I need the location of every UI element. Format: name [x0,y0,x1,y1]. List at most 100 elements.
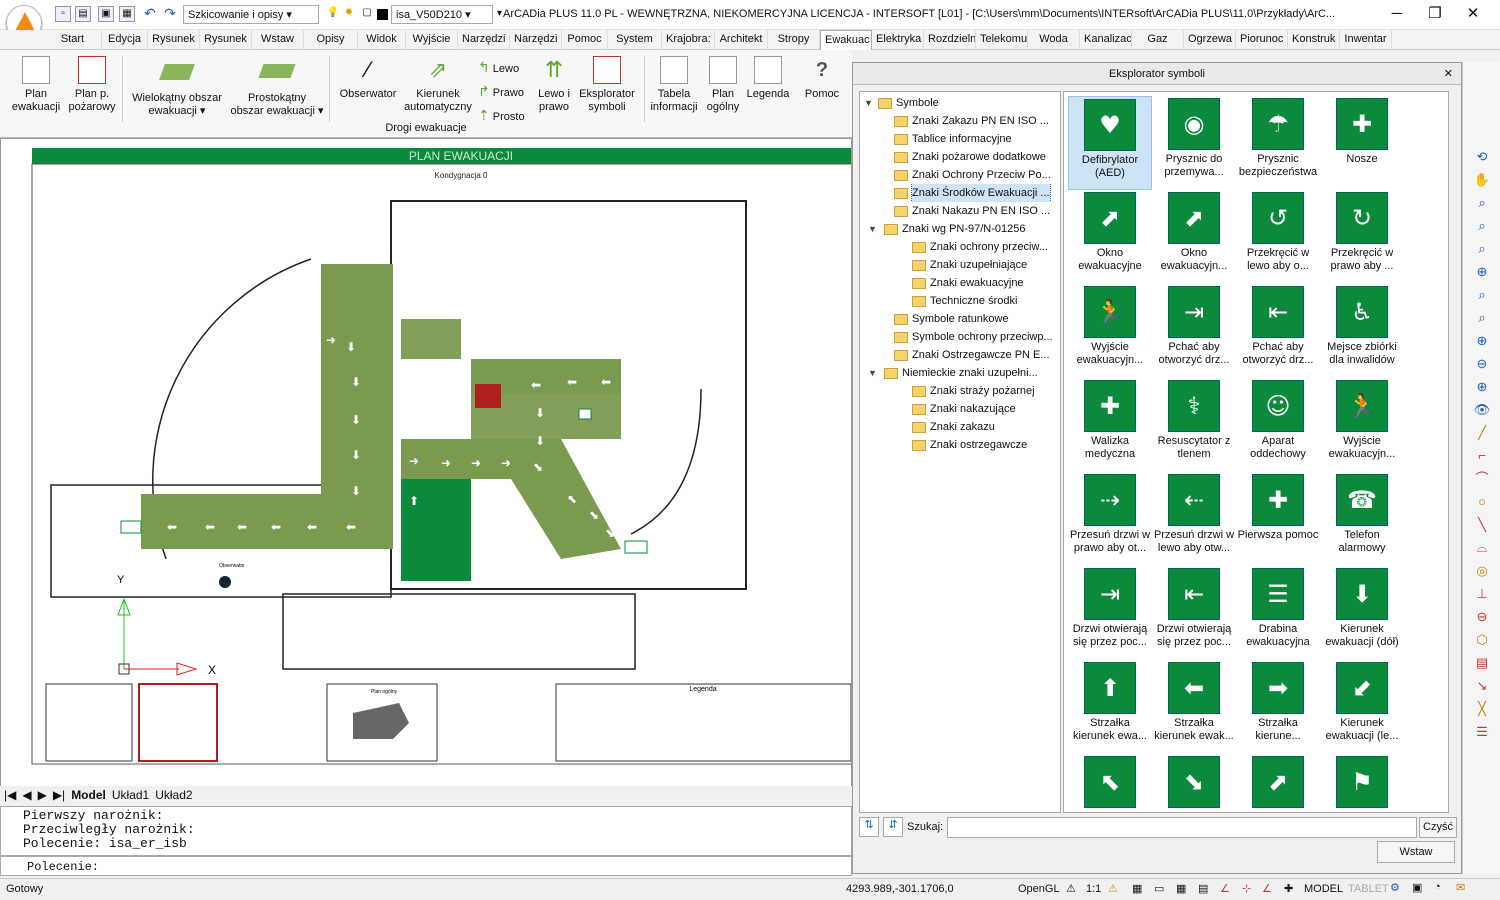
symbol-item[interactable]: ⬈ [1236,754,1320,812]
tab-opisy[interactable]: Opisy [304,30,358,50]
symbol-item[interactable]: ⬋ Kierunek ewakuacji (le... [1320,660,1404,754]
tree-node[interactable]: Techniczne środki [860,292,1060,310]
zoom-extents-icon[interactable]: ⌕ [1473,286,1491,304]
notification-icon[interactable]: ✉ [1456,881,1465,894]
prawo-button[interactable]: ↱ Prawo [478,80,525,104]
eksplorator-symboli-button[interactable]: Eksplorator symboli [574,54,640,114]
scale-label[interactable]: 1:1 [1086,883,1101,895]
plan-pozarowy-button[interactable]: Plan p. pożarowy [64,54,120,114]
dimension-icon[interactable]: ╳ [1473,700,1491,718]
clear-button[interactable]: Czyść [1419,817,1457,838]
zoom-icon[interactable]: ⌕ [1473,194,1491,212]
otrack-icon[interactable]: ∠ [1262,882,1272,895]
symbol-item[interactable]: ↺ Przekręcić w lewo aby o... [1236,190,1320,284]
symbol-item[interactable]: 🏃 Wyjście ewakuacyjn... [1068,284,1152,378]
polyline-icon[interactable]: ⌐ [1473,447,1491,465]
hatch-icon[interactable]: ▤ [1473,654,1491,672]
circle-red-icon[interactable]: ◎ [1473,562,1491,580]
legenda-button[interactable]: Legenda [744,54,792,101]
tab-model[interactable]: Model [71,788,106,802]
lock-ui-icon[interactable]: ▣ [1412,881,1422,894]
view-icon[interactable]: 👁 [1473,401,1491,419]
plan-ogolny-button[interactable]: Plan ogólny [700,54,746,114]
sun-icon[interactable]: ✹ [341,6,357,22]
tree-node[interactable]: ▼ Symbole [860,94,1060,112]
tab-narzedzia-2[interactable]: Narzędzi [510,30,562,50]
zoom-window-icon[interactable]: ⌕ [1473,217,1491,235]
tab-rysunek-2[interactable]: Rysunek [200,30,252,50]
tab-rozdzielnie[interactable]: Rozdzieln [924,30,976,50]
qa-customize-icon[interactable]: ▾ [497,8,502,19]
tree-node[interactable]: Znaki nakazujące [860,400,1060,418]
tab-uklad2[interactable]: Układ2 [155,788,192,802]
save-icon[interactable]: ▣ [98,6,114,22]
grid2-icon[interactable]: ▦ [1176,882,1186,895]
symbol-item[interactable]: ☰ Drabina ewakuacyjna [1236,566,1320,660]
search-input[interactable] [947,817,1417,838]
tree-node[interactable]: Znaki Ochrony Przeciw Po... [860,166,1060,184]
tab-architektura[interactable]: Architekt [715,30,768,50]
tab-edycja[interactable]: Edycja [102,30,148,50]
symbol-item[interactable]: ⬉ [1068,754,1152,812]
tab-ogrzewanie[interactable]: Ogrzewa [1184,30,1236,50]
restore-button[interactable]: ❐ [1418,3,1452,25]
symbol-item[interactable]: ☂ Prysznic bezpieczeństwa [1236,96,1320,190]
tree-node[interactable]: Znaki ostrzegawcze [860,436,1060,454]
tree-node[interactable]: Znaki straży pożarnej [860,382,1060,400]
clean-screen-icon[interactable]: ◔ [1434,881,1441,893]
ortho-icon[interactable]: ▭ [1154,882,1164,895]
tree-node[interactable]: Znaki ochrony przeciw... [860,238,1060,256]
insert-button[interactable]: Wstaw [1377,841,1455,863]
drawing-canvas[interactable]: PLAN EWAKUACJI Kondygnacja 0 ➜ ⬇ ⬇ ⬇ ⬇ ⬇ ⬅ ⬅ ⬅ ⬅… [0,138,853,788]
symbol-item[interactable]: ⇥ Drzwi otwierają się przez poc... [1068,566,1152,660]
arc-orange-icon[interactable]: ⌓ [1473,539,1491,557]
tree-node[interactable]: Znaki Zakazu PN EN ISO ... [860,112,1060,130]
line-icon[interactable]: ╱ [1473,424,1491,442]
region-icon[interactable]: ⬡ [1473,631,1491,649]
tree-node[interactable]: Znaki zakazu [860,418,1060,436]
symbol-item[interactable]: 🏃 Wyjście ewakuacyjn... [1320,378,1404,472]
minimize-button[interactable]: ─ [1380,3,1414,25]
symbol-item[interactable]: ✚ Pierwsza pomoc [1236,472,1320,566]
tree-node[interactable]: Znaki Nakazu PN EN ISO ... [860,202,1060,220]
circle-icon[interactable]: ○ [1473,493,1491,511]
print-icon[interactable]: ▦ [119,6,135,22]
symbol-item[interactable]: ♿ Mejsce zbiórki dla inwalidów [1320,284,1404,378]
pomoc-button[interactable]: ? Pomoc [800,54,844,101]
tree-node[interactable]: Symbole ochrony przeciwp... [860,328,1060,346]
mode-label[interactable]: MODEL [1304,883,1343,895]
symbol-item[interactable]: ⚕ Resuscytator z tlenem [1152,378,1236,472]
nav-last-icon[interactable]: ▶| [53,788,65,802]
tab-konstrukcje[interactable]: Konstruk [1288,30,1340,50]
tab-widok[interactable]: Widok [358,30,406,50]
layer-color-swatch[interactable] [377,9,388,20]
symbol-item[interactable]: ☎ Telefon alarmowy [1320,472,1404,566]
tab-start[interactable]: Start [44,30,102,50]
osnap-icon[interactable]: ⊹ [1242,882,1251,895]
annotation-icon[interactable]: ⚠ [1066,882,1076,895]
tab-wyjscie[interactable]: Wyjście [406,30,458,50]
line-orange-icon[interactable]: ╲ [1473,516,1491,534]
symbol-item[interactable]: ⇢ Przesuń drzwi w prawo aby ot... [1068,472,1152,566]
lineweight-icon[interactable]: ✚ [1284,882,1293,895]
symbol-item[interactable]: ⇤ Drzwi otwierają się przez poc... [1152,566,1236,660]
tree-node[interactable]: Tablice informacyjne [860,130,1060,148]
tab-inwentaryzacja[interactable]: Inwentar [1340,30,1392,50]
lock-icon[interactable]: ▢ [359,6,375,22]
tabela-informacji-button[interactable]: Tabela informacji [648,54,700,114]
pan-icon[interactable]: ✋ [1473,171,1491,189]
nav-next-icon[interactable]: ▶ [38,788,47,802]
tree-node[interactable]: Znaki Środków Ewakuacji ... [860,184,1060,202]
tree-node[interactable]: Znaki ewakuacyjne [860,274,1060,292]
symbol-item[interactable]: ♥ Defibrylator (AED) [1068,96,1152,190]
tab-rysunek-1[interactable]: Rysunek [148,30,200,50]
snap-icon[interactable]: ⚠ [1108,882,1118,895]
tab-system[interactable]: System [608,30,662,50]
tablet-label[interactable]: TABLET [1348,883,1389,895]
symbol-item[interactable]: ⬈ Okno ewakuacyjne [1068,190,1152,284]
kierunek-automatyczny-button[interactable]: ⇗ Kierunek automatyczny [402,54,474,114]
close-button[interactable]: ✕ [1456,3,1490,25]
symbol-item[interactable]: ☺ Aparat oddechowy [1236,378,1320,472]
tab-uklad1[interactable]: Układ1 [112,788,149,802]
symbol-item[interactable]: ↻ Przekręcić w prawo aby ... [1320,190,1404,284]
